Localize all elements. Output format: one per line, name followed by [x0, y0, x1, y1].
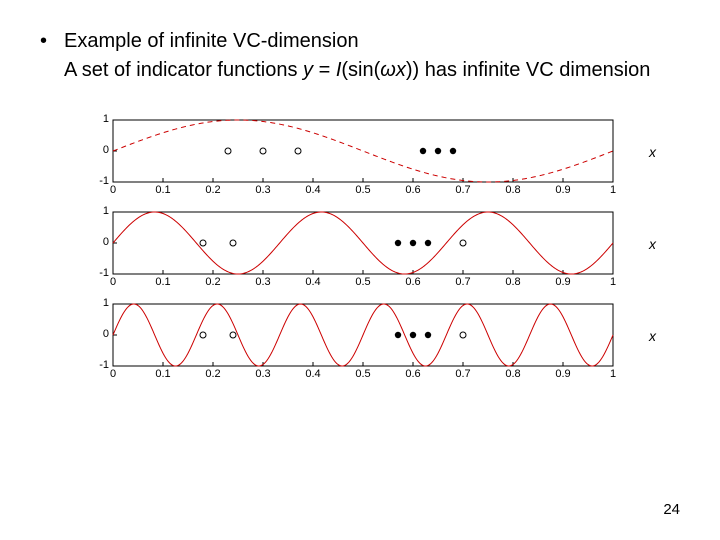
x-tick-label: 1 — [610, 368, 616, 380]
x-tick-label: 0.2 — [205, 368, 220, 380]
plot-area — [113, 304, 613, 366]
bullet-item: • Example of infinite VC-dimension — [40, 28, 690, 55]
y-tick-label: -1 — [85, 176, 109, 187]
x-tick-label: 0.8 — [505, 184, 520, 196]
y-tick-label: 1 — [85, 298, 109, 309]
plot-area — [113, 212, 613, 274]
point-open — [260, 148, 266, 154]
chart-panel: 10-100.10.20.30.40.50.60.70.80.91x — [85, 120, 645, 202]
chart-panel: 10-100.10.20.30.40.50.60.70.80.91x — [85, 304, 645, 386]
x-tick-label: 1 — [610, 276, 616, 288]
x-tick-label: 0.8 — [505, 368, 520, 380]
x-tick-label: 0.7 — [455, 184, 470, 196]
point-filled — [410, 240, 416, 246]
bullet-title: Example of infinite VC-dimension — [64, 28, 690, 55]
var-omega: ω — [380, 59, 396, 81]
x-tick-label: 0.7 — [455, 276, 470, 288]
x-axis-label: x — [649, 328, 669, 344]
sine-curve — [113, 212, 613, 274]
x-tick-label: 1 — [610, 184, 616, 196]
y-tick-label: -1 — [85, 360, 109, 371]
point-open — [295, 148, 301, 154]
bullet-marker: • — [40, 28, 64, 55]
y-tick-label: -1 — [85, 268, 109, 279]
x-tick-label: 0.3 — [255, 184, 270, 196]
chart-panel: 10-100.10.20.30.40.50.60.70.80.91x — [85, 212, 645, 294]
x-tick-label: 0.4 — [305, 276, 320, 288]
x-axis-label: x — [649, 236, 669, 252]
point-filled — [450, 148, 456, 154]
x-tick-label: 0.2 — [205, 276, 220, 288]
x-tick-label: 0.1 — [155, 368, 170, 380]
x-tick-label: 0.3 — [255, 368, 270, 380]
x-tick-label: 0.7 — [455, 368, 470, 380]
x-tick-label: 0.5 — [355, 184, 370, 196]
x-tick-label: 0.1 — [155, 184, 170, 196]
text-prefix: A set of indicator functions — [64, 59, 303, 81]
x-tick-label: 0.4 — [305, 184, 320, 196]
point-open — [460, 240, 466, 246]
x-axis-label: x — [649, 144, 669, 160]
point-filled — [395, 240, 401, 246]
y-tick-label: 0 — [85, 329, 109, 340]
eq-mid: = — [313, 59, 336, 81]
fn-close: )) — [406, 59, 419, 81]
x-tick-label: 0.6 — [405, 276, 420, 288]
x-tick-label: 0.9 — [555, 276, 570, 288]
sine-curve — [113, 304, 613, 366]
x-tick-label: 0 — [110, 276, 116, 288]
x-tick-label: 0.2 — [205, 184, 220, 196]
plot-area — [113, 120, 613, 182]
x-tick-label: 0.5 — [355, 276, 370, 288]
point-filled — [435, 148, 441, 154]
x-tick-label: 0.6 — [405, 184, 420, 196]
plot-frame — [113, 120, 613, 182]
point-filled — [420, 148, 426, 154]
point-open — [200, 240, 206, 246]
x-tick-label: 0.4 — [305, 368, 320, 380]
x-tick-label: 0.3 — [255, 276, 270, 288]
y-tick-label: 1 — [85, 206, 109, 217]
bullet-body-text: A set of indicator functions y = I(sin(ω… — [40, 57, 690, 84]
x-tick-label: 0.9 — [555, 184, 570, 196]
point-filled — [395, 332, 401, 338]
point-open — [225, 148, 231, 154]
sine-curve — [113, 120, 613, 182]
x-tick-label: 0.9 — [555, 368, 570, 380]
x-tick-label: 0.8 — [505, 276, 520, 288]
point-filled — [425, 332, 431, 338]
y-tick-label: 0 — [85, 237, 109, 248]
chart-stack: 10-100.10.20.30.40.50.60.70.80.91x10-100… — [85, 120, 645, 386]
x-tick-label: 0 — [110, 184, 116, 196]
fn-open: (sin( — [341, 59, 380, 81]
point-open — [230, 240, 236, 246]
var-y: y — [303, 59, 313, 81]
point-filled — [410, 332, 416, 338]
y-tick-label: 0 — [85, 145, 109, 156]
text-suffix: has infinite VC dimension — [419, 59, 650, 81]
point-open — [460, 332, 466, 338]
y-tick-label: 1 — [85, 114, 109, 125]
x-tick-label: 0.6 — [405, 368, 420, 380]
x-tick-label: 0 — [110, 368, 116, 380]
point-filled — [425, 240, 431, 246]
x-tick-label: 0.1 — [155, 276, 170, 288]
var-x: x — [396, 59, 406, 81]
x-tick-label: 0.5 — [355, 368, 370, 380]
point-open — [200, 332, 206, 338]
page-number: 24 — [663, 501, 680, 518]
point-open — [230, 332, 236, 338]
